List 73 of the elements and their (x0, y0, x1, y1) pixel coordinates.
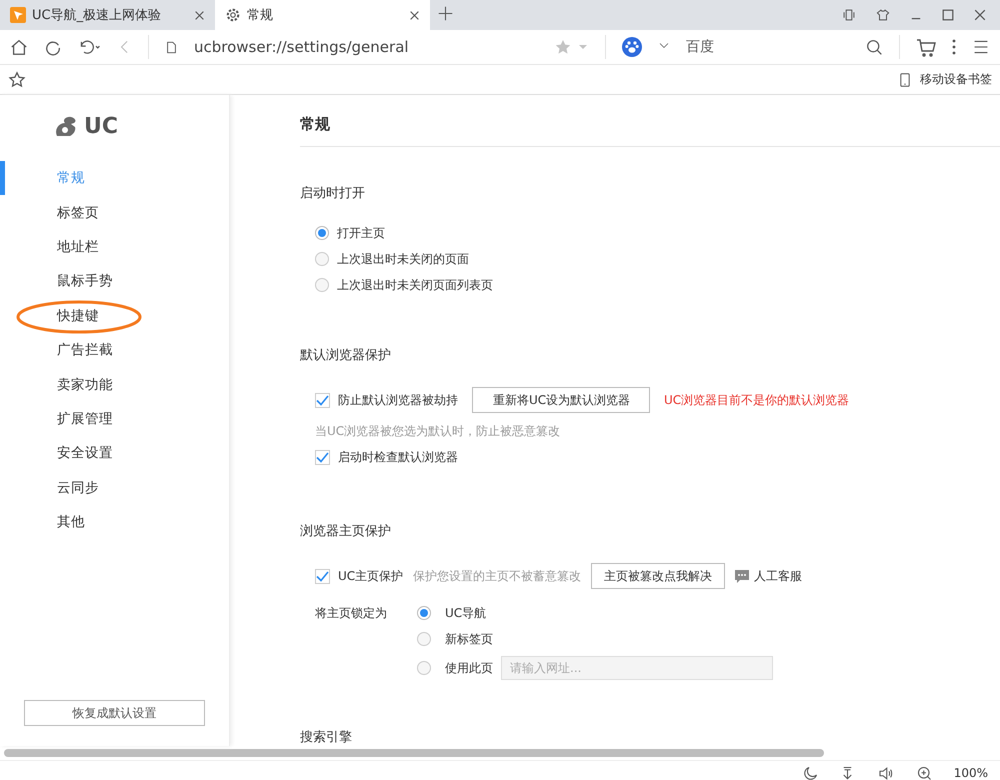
fix-homepage-button[interactable]: 主页被篡改点我解决 (591, 563, 726, 589)
radio-label: 打开主页 (337, 224, 385, 242)
section-heading: 搜索引擎 (300, 729, 353, 746)
set-default-button[interactable]: 重新将UC设为默认浏览器 (472, 387, 650, 413)
uc-logo-icon (10, 7, 26, 23)
warning-text: UC浏览器目前不是你的默认浏览器 (664, 392, 850, 408)
lock-label: 将主页锁定为 (315, 604, 387, 622)
chat-icon (735, 570, 750, 582)
checkbox[interactable] (315, 568, 330, 584)
shirt-icon[interactable] (876, 8, 890, 22)
zoom-level[interactable]: 100% (954, 766, 988, 780)
close-icon[interactable] (194, 10, 205, 20)
sidebar-item[interactable]: 卖家功能 (0, 367, 229, 402)
mobile-bookmarks-button[interactable]: 移动设备书签 (898, 70, 992, 88)
undo-icon[interactable] (78, 38, 102, 56)
radio-button[interactable] (315, 226, 329, 240)
radio-label: 上次退出时未关闭的页面 (337, 250, 469, 268)
reset-defaults-button[interactable]: 恢复成默认设置 (24, 700, 205, 726)
radio-label: UC导航 (445, 604, 486, 622)
sidebar-item[interactable]: 地址栏 (0, 230, 229, 264)
checkbox-label: 防止默认浏览器被劫持 (338, 392, 458, 408)
cart-icon[interactable] (916, 37, 936, 57)
plus-icon[interactable] (438, 6, 453, 20)
maximize-icon[interactable] (942, 9, 954, 21)
hint-text: 保护您设置的主页不被蓄意篡改 (413, 568, 582, 584)
radio-label: 上次退出时未关闭页面列表页 (337, 276, 493, 294)
scrollbar-thumb[interactable] (4, 749, 824, 757)
star-icon[interactable] (555, 39, 589, 55)
url-input-field[interactable]: 请输入网址... (501, 656, 773, 680)
browser-tab[interactable]: 常规 (215, 0, 430, 30)
search-icon[interactable] (866, 38, 883, 56)
radio-button[interactable] (417, 606, 431, 620)
page-icon[interactable] (165, 40, 178, 54)
sidebar-item[interactable]: 其他 (0, 504, 229, 540)
sidebar-item[interactable]: 云同步 (0, 470, 229, 505)
sidebar-item[interactable]: 扩展管理 (0, 402, 229, 436)
paw-icon[interactable] (622, 37, 642, 57)
radio-label: 使用此页 (445, 660, 493, 676)
radio-button[interactable] (417, 632, 431, 646)
section-heading: 浏览器主页保护 (300, 523, 392, 540)
search-engine-label[interactable]: 百度 (686, 38, 774, 56)
section-heading: 启动时打开 (300, 185, 366, 202)
hint-text: 当UC浏览器被您选为默认时，防止被恶意篡改 (315, 422, 560, 440)
checkbox-label: 启动时检查默认浏览器 (338, 448, 458, 466)
vibrate-icon[interactable] (842, 8, 856, 22)
speaker-icon[interactable] (876, 766, 895, 780)
close-icon[interactable] (974, 9, 986, 21)
logo-text: UC (84, 114, 118, 138)
checkbox[interactable] (315, 450, 330, 464)
sidebar-item[interactable]: 鼠标手势 (0, 264, 229, 299)
gear-icon[interactable] (225, 7, 241, 23)
section-heading: 默认浏览器保护 (300, 347, 392, 364)
radio-button[interactable] (315, 252, 329, 266)
moon-icon[interactable] (802, 766, 818, 780)
home-icon[interactable] (10, 38, 28, 56)
sidebar-item[interactable]: 标签页 (0, 195, 229, 230)
radio-label: 新标签页 (445, 630, 493, 648)
sidebar-item[interactable]: 快捷键 (0, 298, 229, 333)
sidebar-item[interactable]: 安全设置 (0, 436, 229, 471)
sidebar-item[interactable]: 广告拦截 (0, 332, 229, 368)
close-icon[interactable] (409, 10, 420, 20)
checkbox[interactable] (315, 392, 330, 408)
radio-button[interactable] (315, 278, 329, 292)
star-outline-icon[interactable] (8, 70, 26, 88)
support-link[interactable]: 人工客服 (735, 568, 802, 584)
phone-icon[interactable] (898, 70, 912, 88)
checkbox-label: UC主页保护 (338, 568, 404, 584)
radio-button[interactable] (417, 661, 431, 675)
address-bar[interactable]: ucbrowser://settings/general (194, 38, 539, 56)
menu-icon[interactable] (972, 39, 990, 55)
page-title: 常规 (300, 95, 1000, 147)
more-icon[interactable] (952, 39, 956, 55)
zoom-in-icon[interactable] (916, 766, 932, 780)
